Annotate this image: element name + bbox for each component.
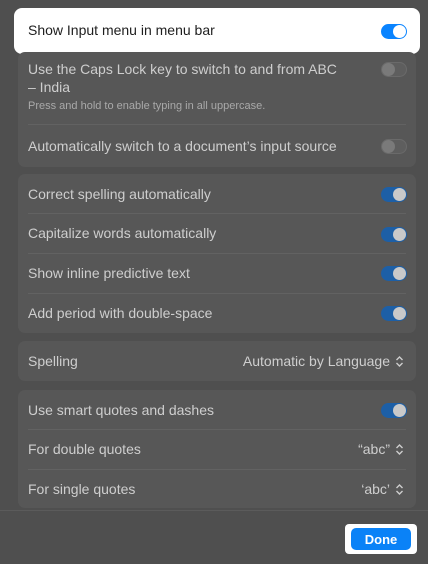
single-quotes-select[interactable]: ‘abc’ [361, 481, 404, 497]
double-quotes-label: For double quotes [28, 441, 141, 457]
single-quotes-label: For single quotes [28, 481, 136, 497]
toggle-knob [393, 188, 406, 201]
period-double-space-row: Add period with double-space [18, 294, 416, 333]
chevron-up-down-icon [396, 355, 403, 367]
quotes-group: Use smart quotes and dashes For double q… [18, 390, 416, 508]
toggle-knob [393, 307, 406, 320]
auto-switch-label: Automatically switch to a document’s inp… [28, 138, 337, 154]
auto-switch-row: Automatically switch to a document’s inp… [18, 125, 416, 167]
caps-lock-toggle[interactable] [381, 62, 407, 77]
chevron-up-down-icon [396, 443, 403, 455]
correct-spelling-row: Correct spelling automatically [18, 174, 416, 214]
double-quotes-select[interactable]: “abc” [358, 441, 404, 457]
smart-quotes-toggle[interactable] [381, 403, 407, 418]
caps-lock-label-line2: – India [28, 79, 71, 95]
toggle-knob [393, 267, 406, 280]
period-double-space-toggle[interactable] [381, 306, 407, 321]
chevron-up-down-icon [396, 483, 403, 495]
spelling-group: Spelling Automatic by Language [18, 341, 416, 381]
show-input-menu-toggle[interactable] [381, 24, 407, 39]
done-button[interactable]: Done [351, 528, 411, 550]
done-highlight: Done [345, 524, 417, 554]
toggle-knob [382, 140, 395, 153]
capitalize-words-row: Capitalize words automatically [18, 214, 416, 254]
period-double-space-label: Add period with double-space [28, 305, 213, 321]
double-quotes-row: For double quotes “abc” [18, 430, 416, 469]
double-quotes-value: “abc” [358, 441, 390, 457]
auto-switch-toggle[interactable] [381, 139, 407, 154]
capitalize-words-label: Capitalize words automatically [28, 225, 217, 241]
predictive-text-toggle[interactable] [381, 266, 407, 281]
correct-spelling-label: Correct spelling automatically [28, 186, 211, 202]
single-quotes-row: For single quotes ‘abc’ [18, 470, 416, 508]
smart-quotes-label: Use smart quotes and dashes [28, 402, 214, 418]
toggle-knob [393, 228, 406, 241]
footer-divider [0, 510, 428, 511]
capitalize-words-toggle[interactable] [381, 227, 407, 242]
toggle-knob [393, 25, 406, 38]
text-correction-group: Correct spelling automatically Capitaliz… [18, 174, 416, 333]
correct-spelling-toggle[interactable] [381, 187, 407, 202]
spelling-select[interactable]: Automatic by Language [243, 353, 404, 369]
spelling-value: Automatic by Language [242, 353, 390, 369]
smart-quotes-row: Use smart quotes and dashes [18, 390, 416, 429]
caps-lock-hint: Press and hold to enable typing in all u… [28, 100, 266, 112]
caps-lock-row: Use the Caps Lock key to switch to and f… [18, 52, 416, 122]
toggle-knob [382, 63, 395, 76]
show-input-menu-label: Show Input menu in menu bar [28, 22, 215, 38]
toggle-knob [393, 404, 406, 417]
show-input-menu-row: Show Input menu in menu bar [18, 12, 416, 50]
caps-lock-label-line1: Use the Caps Lock key to switch to and f… [28, 61, 337, 77]
input-source-group: Use the Caps Lock key to switch to and f… [18, 52, 416, 167]
single-quotes-value: ‘abc’ [361, 481, 390, 497]
spelling-label: Spelling [28, 353, 78, 369]
predictive-text-label: Show inline predictive text [28, 265, 190, 281]
predictive-text-row: Show inline predictive text [18, 254, 416, 293]
